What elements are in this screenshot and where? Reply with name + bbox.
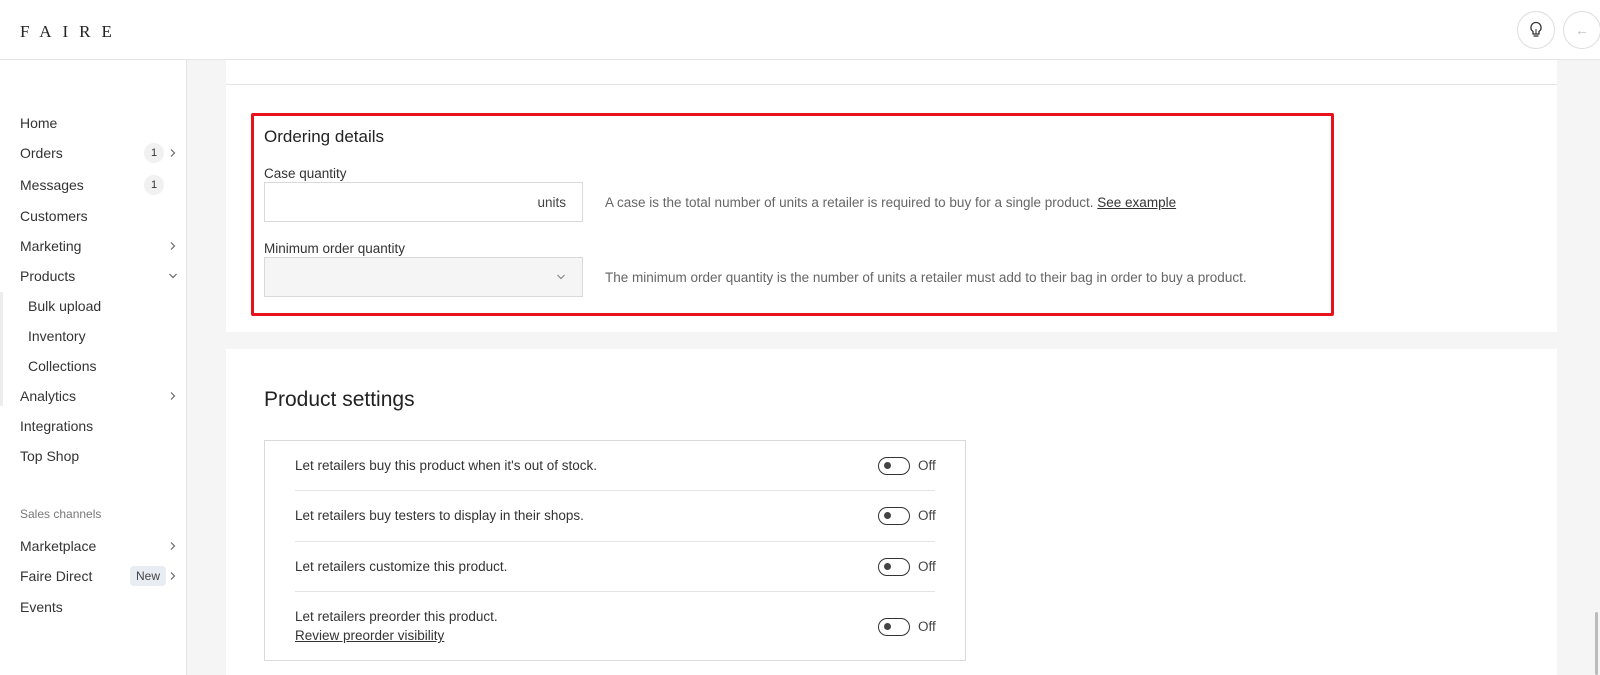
toggle-state: Off [918,559,936,574]
sidebar-item-label: Top Shop [20,448,80,464]
sidebar-item-inventory[interactable]: Inventory [28,324,180,348]
out-of-stock-toggle[interactable] [878,457,910,475]
sidebar-item-customers[interactable]: Customers [20,204,180,228]
sidebar-item-bulk-upload[interactable]: Bulk upload [28,294,180,318]
sidebar-item-label: Home [20,115,58,131]
customize-toggle[interactable] [878,558,910,576]
sidebar-item-products[interactable]: Products [20,264,180,288]
lightbulb-icon[interactable] [1517,11,1555,49]
faire-logo[interactable]: FAIRE [20,22,123,42]
sidebar-item-label: Marketplace [20,538,97,554]
sidebar-item-label: Integrations [20,418,94,434]
chevron-right-icon [170,242,176,250]
sidebar-item-messages[interactable]: Messages 1 [20,173,180,197]
sidebar-item-analytics[interactable]: Analytics [20,384,180,408]
sidebar-item-label: Collections [28,358,97,374]
setting-row-testers: Let retailers buy testers to display in … [295,491,936,542]
sidebar-item-label: Bulk upload [28,298,102,314]
sidebar-item-events[interactable]: Events [20,595,180,619]
sidebar-item-label: Events [20,599,63,615]
testers-toggle[interactable] [878,507,910,525]
setting-label: Let retailers buy testers to display in … [295,508,584,523]
sidebar-item-integrations[interactable]: Integrations [20,414,180,438]
sidebar-item-orders[interactable]: Orders 1 [20,141,180,165]
sidebar-item-label: Inventory [28,328,86,344]
top-bar: FAIRE ← [0,0,1600,60]
setting-row-out-of-stock: Let retailers buy this product when it's… [295,441,936,491]
setting-row-customize: Let retailers customize this product. Of… [295,542,936,592]
setting-label: Let retailers customize this product. [295,559,508,574]
preorder-toggle[interactable] [878,618,910,636]
sidebar-item-marketplace[interactable]: Marketplace [20,534,180,558]
toggle-state: Off [918,458,936,473]
chevron-right-icon [170,572,176,580]
toggle-state: Off [918,508,936,523]
sidebar-item-marketing[interactable]: Marketing [20,234,180,258]
new-badge: New [130,566,167,586]
setting-label: Let retailers preorder this product. [295,609,498,624]
toggle-state: Off [918,619,936,634]
sidebar-item-collections[interactable]: Collections [28,354,180,378]
sidebar-item-home[interactable]: Home [20,111,180,135]
setting-row-preorder: Let retailers preorder this product. Rev… [295,592,936,661]
review-preorder-visibility-link[interactable]: Review preorder visibility [295,628,444,643]
chevron-right-icon [170,392,176,400]
product-settings-list: Let retailers buy this product when it's… [264,440,966,661]
highlight-box [251,113,1334,316]
product-settings-title: Product settings [264,388,415,411]
sidebar-subnav-indicator [0,292,3,406]
sidebar-item-label: Marketing [20,238,82,254]
page-scrollbar[interactable] [1595,612,1598,675]
sidebar-item-label: Customers [20,208,88,224]
chevron-down-icon [169,273,177,279]
sidebar-item-label: Faire Direct [20,568,93,584]
sidebar-item-label: Products [20,268,76,284]
messages-count-badge: 1 [144,175,164,195]
arrow-left-icon[interactable]: ← [1563,11,1600,49]
orders-count-badge: 1 [144,143,164,163]
chevron-right-icon [170,542,176,550]
chevron-right-icon [170,149,176,157]
sidebar-item-label: Messages [20,177,84,193]
sidebar-item-faire-direct[interactable]: Faire Direct New [20,564,180,588]
sales-channels-heading: Sales channels [20,507,102,521]
sidebar-item-top-shop[interactable]: Top Shop [20,444,180,468]
setting-label: Let retailers buy this product when it's… [295,458,597,473]
previous-section-card [226,60,1557,85]
sidebar-item-label: Analytics [20,388,77,404]
sidebar-item-label: Orders [20,145,63,161]
